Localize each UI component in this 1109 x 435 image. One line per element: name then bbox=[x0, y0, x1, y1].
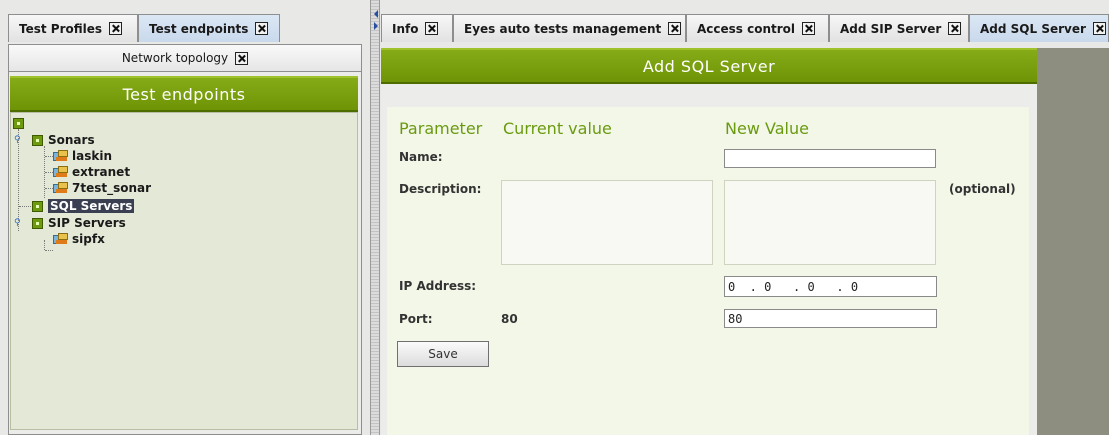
tab-label: Eyes auto tests management bbox=[464, 21, 662, 36]
tab-test-profiles[interactable]: Test Profiles bbox=[8, 14, 138, 42]
tree-item-7test-sonar[interactable]: 7test_sonar bbox=[53, 181, 151, 195]
left-panel-title: Test endpoints bbox=[122, 84, 246, 104]
server-icon bbox=[53, 166, 69, 178]
tree-item-sql-servers[interactable]: SQL Servers bbox=[32, 199, 135, 213]
column-header-parameter: Parameter bbox=[399, 119, 483, 138]
tree-branch-line bbox=[45, 156, 53, 157]
column-header-new-value: New Value bbox=[725, 119, 809, 138]
ip-address-label: IP Address: bbox=[399, 279, 477, 293]
close-tab-icon[interactable] bbox=[668, 22, 682, 35]
endpoint-tree: ⚲ Sonars laskin extranet 7test_sonar SQL… bbox=[10, 112, 358, 430]
tree-item-laskin[interactable]: laskin bbox=[53, 149, 112, 163]
tree-item-label: laskin bbox=[72, 149, 112, 163]
optional-hint: (optional) bbox=[949, 182, 1016, 196]
tab-label: Test Profiles bbox=[19, 21, 103, 36]
close-tab-icon[interactable] bbox=[425, 22, 439, 35]
tree-toggle-icon[interactable]: ⚲ bbox=[14, 135, 23, 145]
tab-label: Access control bbox=[697, 21, 796, 36]
close-tab-icon[interactable] bbox=[1092, 22, 1106, 35]
tree-item-label: SQL Servers bbox=[48, 199, 135, 213]
close-tab-icon[interactable] bbox=[948, 22, 962, 35]
tree-toggle-icon[interactable]: ⚲ bbox=[14, 218, 23, 228]
close-tab-icon[interactable] bbox=[802, 22, 816, 35]
close-tab-icon[interactable] bbox=[255, 22, 269, 35]
tree-item-label: Sonars bbox=[48, 133, 95, 147]
port-label: Port: bbox=[399, 312, 433, 326]
tree-node-icon bbox=[32, 134, 43, 146]
tree-branch-line bbox=[45, 172, 53, 173]
tree-item-sonars[interactable]: Sonars bbox=[32, 133, 95, 147]
tree-item-label: sipfx bbox=[72, 232, 105, 246]
tree-item-sip-servers[interactable]: SIP Servers bbox=[32, 216, 126, 230]
close-tab-icon[interactable] bbox=[235, 51, 249, 65]
tab-info[interactable]: Info bbox=[381, 14, 453, 42]
port-field[interactable] bbox=[724, 309, 937, 328]
name-field[interactable] bbox=[724, 149, 936, 168]
tab-eyes-auto-tests-management[interactable]: Eyes auto tests management bbox=[453, 14, 686, 42]
tree-item-extranet[interactable]: extranet bbox=[53, 165, 130, 179]
description-field[interactable] bbox=[724, 180, 936, 265]
column-header-current-value: Current value bbox=[503, 119, 612, 138]
server-icon bbox=[53, 150, 69, 162]
tree-item-sipfx[interactable]: sipfx bbox=[53, 232, 105, 246]
tree-node-icon bbox=[13, 117, 24, 129]
tree-node-icon bbox=[32, 200, 43, 212]
port-current-value: 80 bbox=[501, 312, 518, 326]
description-current-value bbox=[501, 180, 713, 265]
tab-label: Add SQL Server bbox=[980, 21, 1086, 36]
description-label: Description: bbox=[399, 182, 482, 196]
close-tab-icon[interactable] bbox=[109, 22, 123, 35]
ip-address-field[interactable] bbox=[724, 276, 937, 297]
left-panel-header: Test endpoints bbox=[10, 76, 358, 112]
save-button[interactable]: Save bbox=[397, 341, 489, 367]
tree-node-icon bbox=[32, 217, 43, 229]
tree-branch-line bbox=[45, 250, 53, 251]
tree-item-label: 7test_sonar bbox=[72, 181, 152, 195]
server-icon bbox=[53, 182, 69, 194]
tab-access-control[interactable]: Access control bbox=[686, 14, 829, 42]
tree-branch-line bbox=[19, 206, 31, 207]
tab-label: Network topology bbox=[121, 51, 229, 65]
tab-test-endpoints[interactable]: Test endpoints bbox=[138, 14, 280, 42]
name-label: Name: bbox=[399, 150, 443, 164]
right-margin bbox=[1037, 48, 1109, 435]
tree-root[interactable] bbox=[13, 116, 29, 130]
form-header: Add SQL Server bbox=[381, 48, 1037, 84]
panel-splitter[interactable] bbox=[370, 0, 380, 435]
tree-guide-line bbox=[44, 240, 45, 250]
server-icon bbox=[53, 233, 69, 245]
tab-add-sip-server[interactable]: Add SIP Server bbox=[829, 14, 969, 42]
tree-item-label: SIP Servers bbox=[48, 216, 126, 230]
splitter-arrow-icon[interactable] bbox=[372, 8, 380, 32]
tab-label: Add SIP Server bbox=[840, 21, 942, 36]
tree-branch-line bbox=[45, 188, 53, 189]
form-title: Add SQL Server bbox=[642, 56, 776, 76]
tab-add-sql-server[interactable]: Add SQL Server bbox=[969, 14, 1109, 42]
tab-network-topology[interactable]: Network topology bbox=[8, 44, 362, 72]
tab-label: Info bbox=[392, 21, 419, 36]
tab-label: Test endpoints bbox=[149, 21, 249, 36]
tree-item-label: extranet bbox=[72, 165, 131, 179]
